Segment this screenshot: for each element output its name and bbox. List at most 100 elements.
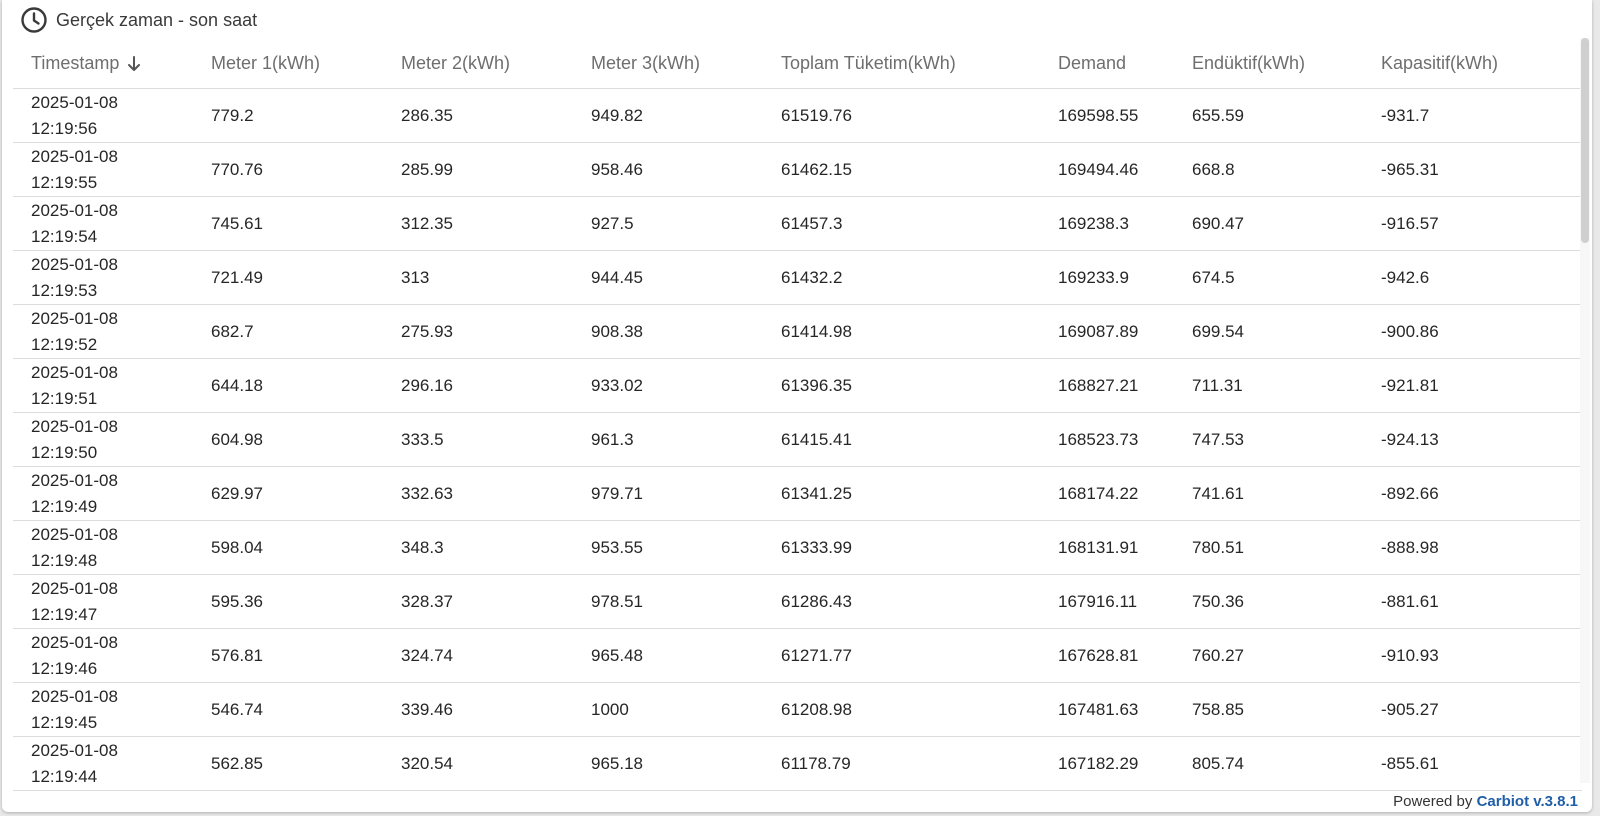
sort-down-arrow-icon[interactable] xyxy=(127,55,141,73)
timestamp-date: 2025-01-08 xyxy=(31,308,118,328)
table-cell: 320.54 xyxy=(383,736,573,791)
timestamp-cell: 2025-01-08 12:19:49 xyxy=(13,466,193,521)
column-header-5[interactable]: Demand xyxy=(1040,38,1174,89)
table-cell: 770.76 xyxy=(193,142,383,197)
table-row[interactable]: 2025-01-08 12:19:44 562.85 320.54 965.18 6117… xyxy=(13,736,1582,791)
table-cell: 644.18 xyxy=(193,358,383,413)
timestamp-time: 12:19:47 xyxy=(31,604,98,624)
table-cell: -905.27 xyxy=(1363,682,1582,737)
timestamp-date: 2025-01-08 xyxy=(31,470,118,490)
table-row[interactable]: 2025-01-08 12:19:45 546.74 339.46 1000 61208.… xyxy=(13,682,1582,737)
table-cell: 750.36 xyxy=(1174,574,1363,629)
table-cell: -924.13 xyxy=(1363,412,1582,467)
table-cell: 313 xyxy=(383,250,573,305)
table-row[interactable]: 2025-01-08 12:19:46 576.81 324.74 965.48 6127… xyxy=(13,628,1582,683)
table-cell: 169238.3 xyxy=(1040,196,1174,251)
table-cell: 760.27 xyxy=(1174,628,1363,683)
table-row[interactable]: 2025-01-08 12:19:47 595.36 328.37 978.51 6128… xyxy=(13,574,1582,629)
table-cell: 805.74 xyxy=(1174,736,1363,791)
table-cell: 61414.98 xyxy=(763,304,1040,359)
timestamp-cell: 2025-01-08 12:19:53 xyxy=(13,250,193,305)
table-cell: 285.99 xyxy=(383,142,573,197)
scrollbar-thumb[interactable] xyxy=(1581,38,1589,243)
table-row[interactable]: 2025-01-08 12:19:51 644.18 296.16 933.02 6139… xyxy=(13,358,1582,413)
column-header-6[interactable]: Endüktif(kWh) xyxy=(1174,38,1363,89)
column-header-label: Kapasitif(kWh) xyxy=(1381,52,1499,73)
timestamp-time: 12:19:45 xyxy=(31,712,98,732)
timestamp-date: 2025-01-08 xyxy=(31,740,118,760)
timestamp-cell: 2025-01-08 12:19:54 xyxy=(13,196,193,251)
table-cell: 668.8 xyxy=(1174,142,1363,197)
table-row[interactable]: 2025-01-08 12:19:55 770.76 285.99 958.46 6146… xyxy=(13,142,1582,197)
timestamp-time: 12:19:48 xyxy=(31,550,98,570)
table-cell: 629.97 xyxy=(193,466,383,521)
timestamp-time: 12:19:44 xyxy=(31,766,98,786)
column-header-4[interactable]: Toplam Tüketim(kWh) xyxy=(763,38,1040,89)
table-row[interactable]: 2025-01-08 12:19:48 598.04 348.3 953.55 61333… xyxy=(13,520,1582,575)
table-row[interactable]: 2025-01-08 12:19:50 604.98 333.5 961.3 61415.… xyxy=(13,412,1582,467)
table-cell: 339.46 xyxy=(383,682,573,737)
column-header-0[interactable]: Timestamp xyxy=(13,38,193,89)
table-cell: 562.85 xyxy=(193,736,383,791)
timestamp-date: 2025-01-08 xyxy=(31,578,118,598)
column-header-label: Endüktif(kWh) xyxy=(1192,52,1306,73)
table-cell: 779.2 xyxy=(193,88,383,143)
table-cell: 944.45 xyxy=(573,250,763,305)
table-cell: 61271.77 xyxy=(763,628,1040,683)
table-cell: 61333.99 xyxy=(763,520,1040,575)
column-header-label: Meter 2(kWh) xyxy=(401,52,511,73)
widget-title: Gerçek zaman - son saat xyxy=(56,9,258,30)
table-cell: 61396.35 xyxy=(763,358,1040,413)
table-cell: 275.93 xyxy=(383,304,573,359)
column-header-2[interactable]: Meter 2(kWh) xyxy=(383,38,573,89)
table-cell: 168827.21 xyxy=(1040,358,1174,413)
timestamp-date: 2025-01-08 xyxy=(31,524,118,544)
table-cell: 167182.29 xyxy=(1040,736,1174,791)
table-cell: 168523.73 xyxy=(1040,412,1174,467)
table-cell: 61178.79 xyxy=(763,736,1040,791)
column-header-7[interactable]: Kapasitif(kWh) xyxy=(1363,38,1582,89)
table-row[interactable]: 2025-01-08 12:19:56 779.2 286.35 949.82 61519… xyxy=(13,88,1582,143)
table-cell: 1000 xyxy=(573,682,763,737)
table-cell: 167916.11 xyxy=(1040,574,1174,629)
vertical-scrollbar[interactable] xyxy=(1580,38,1590,783)
timestamp-time: 12:19:55 xyxy=(31,172,98,192)
table-cell: -921.81 xyxy=(1363,358,1582,413)
table-row[interactable]: 2025-01-08 12:19:53 721.49 313 944.45 61432.2… xyxy=(13,250,1582,305)
table-cell: 711.31 xyxy=(1174,358,1363,413)
table-cell: 699.54 xyxy=(1174,304,1363,359)
table-body: 2025-01-08 12:19:56 779.2 286.35 949.82 61519… xyxy=(13,88,1582,791)
column-header-1[interactable]: Meter 1(kWh) xyxy=(193,38,383,89)
timestamp-time: 12:19:49 xyxy=(31,496,98,516)
data-table-container[interactable]: Timestamp Meter 1(kWh) Meter 2(kWh) Meter 3… xyxy=(13,38,1582,798)
table-cell: 169494.46 xyxy=(1040,142,1174,197)
table-cell: 595.36 xyxy=(193,574,383,629)
table-cell: 780.51 xyxy=(1174,520,1363,575)
table-cell: 61432.2 xyxy=(763,250,1040,305)
table-row[interactable]: 2025-01-08 12:19:54 745.61 312.35 927.5 61457… xyxy=(13,196,1582,251)
table-cell: 949.82 xyxy=(573,88,763,143)
widget-header: Gerçek zaman - son saat xyxy=(20,6,257,34)
table-cell: 169233.9 xyxy=(1040,250,1174,305)
realtime-widget: Gerçek zaman - son saat Timestamp Meter 1… xyxy=(2,0,1592,812)
table-row[interactable]: 2025-01-08 12:19:49 629.97 332.63 979.71 6134… xyxy=(13,466,1582,521)
timestamp-cell: 2025-01-08 12:19:47 xyxy=(13,574,193,629)
table-cell: 604.98 xyxy=(193,412,383,467)
timestamp-cell: 2025-01-08 12:19:56 xyxy=(13,88,193,143)
timestamp-date: 2025-01-08 xyxy=(31,92,118,112)
table-cell: 61415.41 xyxy=(763,412,1040,467)
table-cell: -881.61 xyxy=(1363,574,1582,629)
table-cell: 61462.15 xyxy=(763,142,1040,197)
column-header-3[interactable]: Meter 3(kWh) xyxy=(573,38,763,89)
table-cell: 167628.81 xyxy=(1040,628,1174,683)
table-cell: 61208.98 xyxy=(763,682,1040,737)
table-cell: 546.74 xyxy=(193,682,383,737)
table-row[interactable]: 2025-01-08 12:19:52 682.7 275.93 908.38 61414… xyxy=(13,304,1582,359)
timestamp-time: 12:19:53 xyxy=(31,280,98,300)
table-cell: 286.35 xyxy=(383,88,573,143)
table-cell: 953.55 xyxy=(573,520,763,575)
table-cell: -855.61 xyxy=(1363,736,1582,791)
table-cell: 312.35 xyxy=(383,196,573,251)
table-cell: -910.93 xyxy=(1363,628,1582,683)
carbiot-version-link[interactable]: Carbiot v.3.8.1 xyxy=(1477,793,1578,810)
